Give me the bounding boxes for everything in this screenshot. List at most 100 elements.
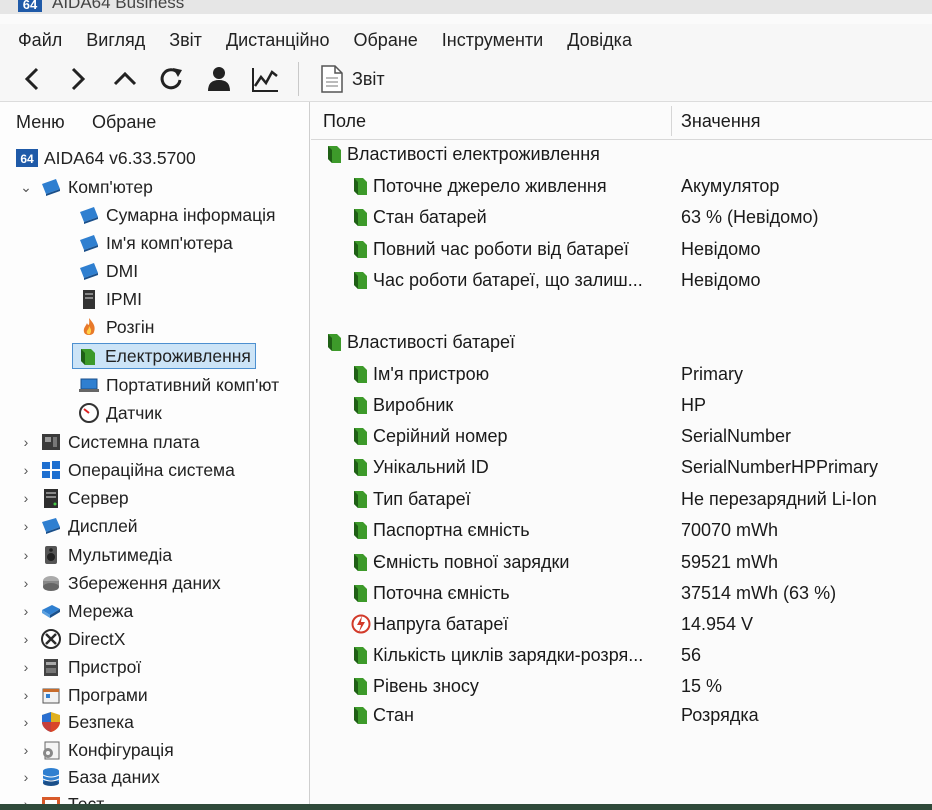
- column-header-value[interactable]: Значення: [681, 111, 760, 132]
- tree-node-config[interactable]: › Конфігурація: [18, 737, 174, 763]
- tree-node-server[interactable]: › Сервер: [18, 485, 129, 511]
- group-header-power-properties[interactable]: Властивості електроживлення: [311, 139, 932, 169]
- table-row[interactable]: Рівень зносу 15 %: [311, 671, 932, 701]
- table-row[interactable]: Поточна ємність 37514 mWh (63 %): [311, 578, 932, 608]
- benchmark-chart-button[interactable]: [248, 62, 282, 96]
- refresh-icon: [160, 68, 182, 90]
- up-button[interactable]: [108, 62, 142, 96]
- tree-item-overclock[interactable]: Розгін: [78, 314, 154, 340]
- chevron-right-icon[interactable]: ›: [18, 462, 34, 478]
- tree-item-sensor[interactable]: Датчик: [78, 400, 162, 426]
- table-row[interactable]: Напруга батареї 14.954 V: [311, 609, 932, 639]
- table-row[interactable]: Кількість циклів зарядки-розря... 56: [311, 640, 932, 670]
- chevron-right-icon[interactable]: ›: [18, 659, 34, 675]
- table-row[interactable]: Повний час роботи від батареї Невідомо: [311, 234, 932, 264]
- computer-icon: [78, 232, 100, 254]
- battery-icon: [351, 488, 371, 510]
- tree-node-computer[interactable]: ⌄ Комп'ютер: [18, 174, 153, 200]
- table-row[interactable]: Серійний номер SerialNumber: [311, 421, 932, 451]
- table-row[interactable]: Паспортна ємність 70070 mWh: [311, 515, 932, 545]
- table-row[interactable]: Унікальний ID SerialNumberHPPrimary: [311, 452, 932, 482]
- tree-node-display[interactable]: › Дисплей: [18, 513, 138, 539]
- menu-report[interactable]: Звіт: [169, 30, 202, 51]
- tree-node-multimedia[interactable]: › Мультимедіа: [18, 542, 172, 568]
- details-panel: Поле Значення Властивості електроживленн…: [311, 102, 932, 810]
- table-row[interactable]: Ємність повної зарядки 59521 mWh: [311, 547, 932, 577]
- speaker-icon: [40, 544, 62, 566]
- table-row[interactable]: Стан батарей 63 % (Невідомо): [311, 202, 932, 232]
- chevron-right-icon[interactable]: ›: [18, 714, 34, 730]
- row-field: Стан: [373, 704, 414, 725]
- menu-remote[interactable]: Дистанційно: [226, 30, 330, 51]
- tree-node-storage[interactable]: › Збереження даних: [18, 570, 221, 596]
- document-icon: [321, 65, 343, 93]
- chevron-up-icon: [113, 71, 137, 86]
- tree-node-directx[interactable]: › DirectX: [18, 626, 125, 652]
- chevron-right-icon[interactable]: ›: [18, 631, 34, 647]
- tree-label: Програми: [68, 684, 148, 705]
- row-field: Повний час роботи від батареї: [373, 238, 629, 259]
- chevron-right-icon[interactable]: ›: [18, 687, 34, 703]
- table-row[interactable]: Ім'я пристрою Primary: [311, 359, 932, 389]
- refresh-button[interactable]: [154, 62, 188, 96]
- row-value: SerialNumber: [681, 425, 792, 446]
- table-row[interactable]: Тип батареї Не перезарядний Li-Ion: [311, 484, 932, 514]
- table-row[interactable]: Стан Розрядка: [311, 700, 932, 730]
- row-value: 63 % (Невідомо): [681, 206, 819, 227]
- tree-node-network[interactable]: › Мережа: [18, 598, 134, 624]
- chevron-down-icon[interactable]: ⌄: [18, 179, 34, 196]
- tree-node-database[interactable]: › База даних: [18, 764, 160, 790]
- chevron-right-icon[interactable]: ›: [18, 547, 34, 563]
- tab-menu[interactable]: Меню: [16, 112, 65, 133]
- tree-item-dmi[interactable]: DMI: [78, 258, 138, 284]
- chevron-right-icon[interactable]: ›: [18, 490, 34, 506]
- column-divider[interactable]: [671, 106, 672, 136]
- server-tower-icon: [78, 288, 100, 310]
- aida64-badge-icon: 64: [16, 147, 38, 169]
- tree-node-devices[interactable]: › Пристрої: [18, 654, 142, 680]
- tab-favorites[interactable]: Обране: [92, 112, 156, 133]
- tree-node-os[interactable]: › Операційна система: [18, 457, 235, 483]
- menu-view[interactable]: Вигляд: [86, 30, 145, 51]
- report-button[interactable]: Звіт: [320, 62, 385, 96]
- row-field: Серійний номер: [373, 425, 508, 446]
- back-button[interactable]: [16, 62, 50, 96]
- chevron-right-icon[interactable]: ›: [18, 742, 34, 758]
- chevron-right-icon[interactable]: ›: [18, 603, 34, 619]
- menu-tools[interactable]: Інструменти: [442, 30, 543, 51]
- chevron-right-icon[interactable]: ›: [18, 769, 34, 785]
- hard-disk-icon: [40, 572, 62, 594]
- menu-favorites[interactable]: Обране: [354, 30, 418, 51]
- battery-icon: [77, 345, 99, 367]
- group-header-battery-properties[interactable]: Властивості батареї: [311, 327, 932, 357]
- tree-item-ipmi[interactable]: IPMI: [78, 286, 142, 312]
- tree-label: Датчик: [106, 402, 162, 423]
- battery-icon: [351, 269, 371, 291]
- tree-label: DirectX: [68, 628, 126, 649]
- tree-item-power-management[interactable]: Електроживлення: [72, 343, 256, 369]
- tree-item-summary[interactable]: Сумарна інформація: [78, 202, 276, 228]
- chevron-right-icon[interactable]: ›: [18, 575, 34, 591]
- tree-root-aida64[interactable]: 64 AIDA64 v6.33.5700: [16, 145, 196, 171]
- tree-label: Операційна система: [68, 459, 235, 480]
- table-row[interactable]: Виробник HP: [311, 390, 932, 420]
- menu-file[interactable]: Файл: [18, 30, 62, 51]
- tree-node-software[interactable]: › Програми: [18, 682, 148, 708]
- chevron-right-icon[interactable]: ›: [18, 518, 34, 534]
- menu-help[interactable]: Довідка: [567, 30, 632, 51]
- table-row[interactable]: Час роботи батареї, що залиш... Невідомо: [311, 265, 932, 295]
- forward-button[interactable]: [60, 62, 94, 96]
- column-header-field[interactable]: Поле: [323, 111, 366, 132]
- row-value: 15 %: [681, 675, 723, 696]
- tree-item-portable[interactable]: Портативний комп'ют: [78, 372, 279, 398]
- tree-label: Дисплей: [68, 515, 138, 536]
- user-button[interactable]: [202, 62, 236, 96]
- chevron-right-icon[interactable]: ›: [18, 434, 34, 450]
- table-row[interactable]: Поточне джерело живлення Акумулятор: [311, 171, 932, 201]
- tree-item-computer-name[interactable]: Ім'я комп'ютера: [78, 230, 233, 256]
- tree-label: Конфігурація: [68, 739, 174, 760]
- tree-label: Сервер: [68, 487, 129, 508]
- tree-node-motherboard[interactable]: › Системна плата: [18, 429, 200, 455]
- tree-node-security[interactable]: › Безпека: [18, 709, 134, 735]
- tree-label: Електроживлення: [105, 345, 251, 366]
